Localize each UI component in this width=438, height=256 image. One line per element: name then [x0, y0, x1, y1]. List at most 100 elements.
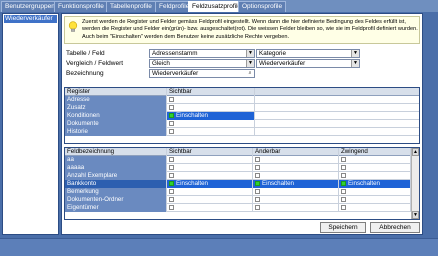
vergleich-label: Vergleich / Feldwert	[66, 60, 124, 67]
aenderbar-cell[interactable]	[253, 156, 339, 164]
cancel-button[interactable]: Abbrechen	[370, 222, 420, 233]
table-row[interactable]: Anzahl Exemplare	[65, 172, 419, 180]
sichtbar-cell[interactable]: Einschalten	[167, 112, 255, 120]
field-grid-scrollbar[interactable]: ▲ ▼	[411, 148, 419, 219]
register-name: Historie	[65, 128, 167, 136]
save-button[interactable]: Speichern	[320, 222, 366, 233]
state-box	[169, 97, 174, 102]
sichtbar-cell[interactable]	[167, 128, 255, 136]
sichtbar-cell[interactable]	[167, 96, 255, 104]
tab-optionsprofile[interactable]: Optionsprofile	[238, 1, 287, 12]
field-name: aaaaa	[65, 164, 167, 172]
feldwert-select[interactable]: Wiederverkäufer ▼	[256, 59, 360, 68]
state-box	[255, 181, 260, 186]
table-row-selected[interactable]: Bankkonto Einschalten Einschalten Einsch…	[65, 180, 419, 188]
sichtbar-cell[interactable]: Einschalten	[167, 180, 253, 188]
state-box	[255, 157, 260, 162]
state-box	[255, 165, 260, 170]
chevron-down-icon: ▼	[246, 60, 254, 67]
register-name: Adresse	[65, 96, 167, 104]
scroll-up-icon[interactable]: ▲	[412, 148, 419, 156]
bezeichnung-field[interactable]: Wiederverkäufer ⌕	[149, 69, 255, 78]
zwingend-value: Einschalten	[348, 180, 380, 187]
table-row[interactable]: Adresse	[65, 96, 419, 104]
aenderbar-cell[interactable]	[253, 164, 339, 172]
register-grid: Register Sichtbar Adresse Zusatz Konditi…	[64, 87, 420, 144]
profile-list-item[interactable]: Wiederverkäufer	[4, 15, 57, 23]
tab-feldzusatzprofile[interactable]: Feldzusatzprofile	[188, 1, 246, 12]
table-row[interactable]: Dokumenten-Ordner	[65, 196, 419, 204]
aenderbar-value: Einschalten	[262, 180, 294, 187]
chevron-down-icon: ▼	[351, 50, 359, 57]
zwingend-cell[interactable]	[339, 196, 411, 204]
feld-select-value: Kategorie	[259, 50, 286, 57]
profile-list: Wiederverkäufer	[2, 13, 59, 235]
sichtbar-cell[interactable]	[167, 120, 255, 128]
zwingend-cell[interactable]	[339, 156, 411, 164]
aenderbar-cell[interactable]: Einschalten	[253, 180, 339, 188]
table-row[interactable]: Eigentümer	[65, 204, 419, 212]
magnifier-icon[interactable]: ⌕	[246, 70, 254, 77]
tabelle-select[interactable]: Adressenstamm ▼	[149, 49, 255, 58]
field-name: Anzahl Exemplare	[65, 172, 167, 180]
state-box	[341, 157, 346, 162]
field-name: Bankkonto	[65, 180, 167, 188]
tabelle-select-value: Adressenstamm	[152, 50, 198, 57]
chevron-down-icon: ▼	[351, 60, 359, 67]
zwingend-cell[interactable]	[339, 172, 411, 180]
sichtbar-cell[interactable]	[167, 164, 253, 172]
scroll-down-icon[interactable]: ▼	[412, 211, 419, 219]
zwingend-cell[interactable]	[339, 188, 411, 196]
info-text: Zuerst werden de Register und Felder gem…	[82, 19, 418, 40]
sichtbar-cell[interactable]	[167, 196, 253, 204]
zwingend-cell[interactable]	[339, 204, 411, 212]
state-box	[255, 197, 260, 202]
state-box	[341, 165, 346, 170]
aenderbar-cell[interactable]	[253, 172, 339, 180]
table-row[interactable]: Dokumente	[65, 120, 419, 128]
aenderbar-cell[interactable]	[253, 196, 339, 204]
tab-tabellenprofile[interactable]: Tabellenprofile	[106, 1, 156, 12]
state-box	[255, 173, 260, 178]
table-row[interactable]: Bemerkung	[65, 188, 419, 196]
zwingend-cell[interactable]: Einschalten	[339, 180, 411, 188]
sichtbar-value: Einschalten	[176, 112, 208, 119]
register-name: Konditionen	[65, 112, 167, 120]
sichtbar-cell[interactable]	[167, 172, 253, 180]
state-box	[341, 181, 346, 186]
aenderbar-cell[interactable]	[253, 204, 339, 212]
field-name: Dokumenten-Ordner	[65, 196, 167, 204]
field-grid: Feldbezeichnung Sichtbar Änderbar Zwinge…	[64, 147, 420, 220]
lightbulb-icon	[68, 21, 78, 32]
sichtbar-cell[interactable]	[167, 156, 253, 164]
table-row[interactable]: aaaaa	[65, 164, 419, 172]
state-box	[341, 189, 346, 194]
state-box	[169, 165, 174, 170]
register-name: Zusatz	[65, 104, 167, 112]
bezeichnung-value: Wiederverkäufer	[152, 70, 199, 77]
state-box	[169, 181, 174, 186]
sichtbar-cell[interactable]	[167, 188, 253, 196]
vergleich-select[interactable]: Gleich ▼	[149, 59, 255, 68]
feldwert-select-value: Wiederverkäufer	[259, 60, 306, 67]
table-row[interactable]: Historie	[65, 128, 419, 136]
tab-benutzergruppen[interactable]: Benutzergruppen	[1, 1, 59, 12]
tabelle-feld-label: Tabelle / Feld	[66, 50, 105, 57]
state-box	[341, 197, 346, 202]
sichtbar-cell[interactable]	[167, 204, 253, 212]
state-box	[255, 189, 260, 194]
feldbezeichnung-col-header: Feldbezeichnung	[65, 148, 167, 156]
chevron-down-icon: ▼	[246, 50, 254, 57]
table-row[interactable]: Konditionen Einschalten	[65, 112, 419, 120]
feld-select[interactable]: Kategorie ▼	[256, 49, 360, 58]
tab-funktionsprofile[interactable]: Funktionsprofile	[54, 1, 108, 12]
table-row[interactable]: aa	[65, 156, 419, 164]
zwingend-cell[interactable]	[339, 164, 411, 172]
table-row[interactable]: Zusatz	[65, 104, 419, 112]
sichtbar-value: Einschalten	[176, 180, 208, 187]
state-box	[169, 205, 174, 210]
main-panel: Zuerst werden de Register und Felder gem…	[61, 13, 423, 235]
state-box	[341, 173, 346, 178]
sichtbar-cell[interactable]	[167, 104, 255, 112]
aenderbar-cell[interactable]	[253, 188, 339, 196]
